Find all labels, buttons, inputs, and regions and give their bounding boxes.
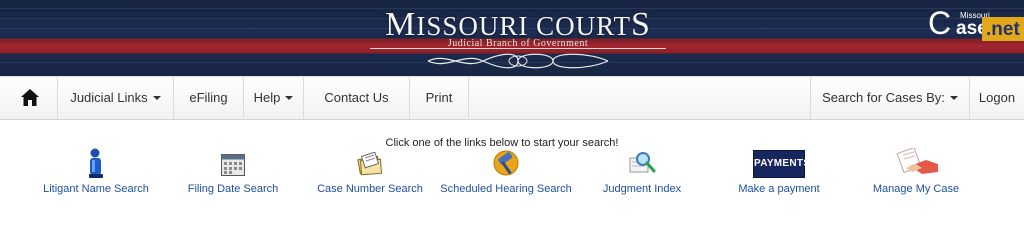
missouri-courts-logo[interactable]: MISSOURI COURTS Judicial Branch of Gover… [368, 4, 668, 74]
manage-my-case-link[interactable]: Manage My Case [862, 148, 970, 202]
nav-logon-label: Logon [978, 90, 1016, 105]
make-a-payment-link[interactable]: PAYMENTS Make a payment [724, 148, 834, 202]
site-banner: MISSOURI COURTS Judicial Branch of Gover… [0, 0, 1024, 76]
caret-down-icon [285, 95, 294, 100]
litigant-name-search-link[interactable]: Litigant Name Search [38, 148, 154, 202]
payments-icon: PAYMENTS [753, 150, 811, 178]
nav-print-link[interactable]: Print [410, 77, 469, 120]
link-label: Scheduled Hearing Search [440, 183, 572, 195]
nav-contact-us-label: Contact Us [324, 90, 389, 105]
hand-document-icon [896, 148, 938, 174]
flourish-ornament-icon [427, 53, 609, 69]
caret-down-icon [152, 95, 161, 100]
nav-home-button[interactable] [0, 77, 58, 120]
link-label: Judgment Index [602, 183, 682, 195]
scheduled-hearing-search-link[interactable]: Scheduled Hearing Search [436, 148, 576, 202]
casenet-logo-net: .net [982, 17, 1024, 41]
nav-judicial-links-label: Judicial Links [70, 90, 148, 105]
caret-down-icon [949, 95, 958, 100]
link-label: Litigant Name Search [43, 183, 149, 195]
link-label: Make a payment [738, 183, 820, 195]
nav-search-cases-by-label: Search for Cases By: [822, 90, 945, 105]
casenet-logo[interactable]: C Missouri ase .net [928, 7, 1024, 41]
casenet-logo-c: C [928, 5, 952, 41]
judgment-index-link[interactable]: Judgment Index [596, 148, 688, 202]
calendar-icon [221, 154, 245, 176]
person-icon [89, 148, 103, 178]
brand-title: MISSOURI COURTS [385, 6, 651, 43]
nav-print-label: Print [425, 90, 453, 105]
link-label: Filing Date Search [187, 183, 279, 195]
nav-judicial-links-dropdown[interactable]: Judicial Links [58, 77, 174, 120]
nav-help-label: Help [253, 90, 281, 105]
home-icon [21, 89, 39, 106]
main-navbar: Judicial Links eFiling Help Contact Us P… [0, 76, 1024, 120]
nav-help-dropdown[interactable]: Help [244, 77, 304, 120]
filing-date-search-link[interactable]: Filing Date Search [180, 148, 286, 202]
nav-contact-us-link[interactable]: Contact Us [304, 77, 410, 120]
file-cards-icon [357, 152, 382, 176]
nav-logon-link[interactable]: Logon [970, 77, 1024, 120]
case-number-search-link[interactable]: Case Number Search [312, 148, 428, 202]
payments-icon-text: PAYMENTS [754, 158, 811, 169]
nav-search-cases-by-dropdown[interactable]: Search for Cases By: [810, 77, 970, 120]
brand-rule [370, 48, 666, 49]
nav-efiling-label: eFiling [189, 90, 228, 105]
magnifier-icon [629, 152, 656, 173]
gavel-icon [493, 150, 519, 176]
link-label: Case Number Search [317, 183, 423, 195]
nav-efiling-link[interactable]: eFiling [174, 77, 244, 120]
link-label: Manage My Case [872, 183, 960, 195]
